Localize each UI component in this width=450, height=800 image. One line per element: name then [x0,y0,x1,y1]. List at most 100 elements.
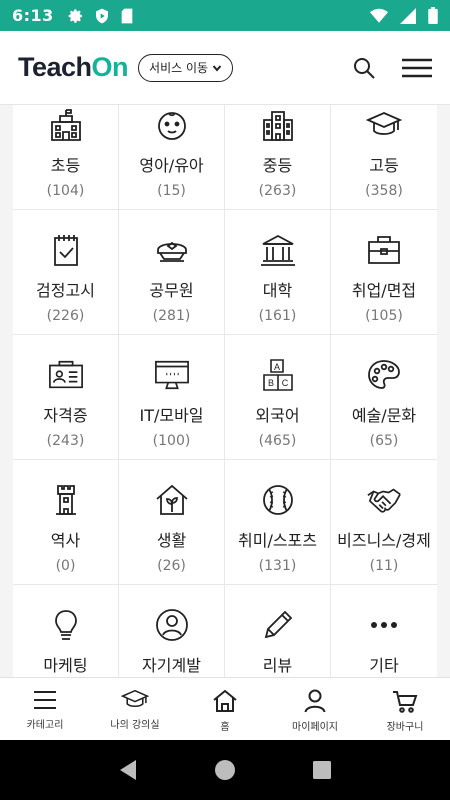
category-marketing[interactable]: 마케팅 [13,585,119,677]
status-bar: 6:13 [0,0,450,31]
category-count: (65) [369,433,399,449]
category-living[interactable]: 생활 (26) [119,460,225,585]
nav-label: 나의 강의실 [110,720,160,731]
nav-home[interactable]: 홈 [180,678,270,740]
category-infant[interactable]: 영아/유아 (15) [119,105,225,210]
nav-my-page[interactable]: 마이페이지 [270,678,360,740]
category-name: IT/모바일 [139,406,204,425]
checked-calendar-icon [53,235,78,266]
category-count: (226) [46,308,85,324]
category-art-culture[interactable]: 예술/문화 (65) [331,335,437,460]
category-name: 예술/문화 [351,406,417,425]
battery-icon [428,7,438,24]
briefcase-icon [368,236,400,264]
category-count: (263) [258,183,297,199]
category-name: 대학 [262,281,293,300]
nav-label: 마이페이지 [292,722,338,733]
palette-icon [368,360,400,389]
system-nav-bar [0,740,450,800]
category-name: 취업/면접 [351,281,417,300]
category-high[interactable]: 고등 (358) [331,105,437,210]
category-employment[interactable]: 취업/면접 (105) [331,210,437,335]
baby-face-icon [157,112,186,140]
back-icon[interactable] [118,759,138,781]
house-sprout-icon [155,484,188,515]
graduation-cap-icon [366,112,402,135]
graduation-cap-icon [121,689,149,707]
status-time: 6:13 [12,6,54,25]
handshake-icon [367,488,401,513]
category-name: 중등 [262,156,293,175]
category-count: (104) [46,183,85,199]
nav-label: 홈 [220,722,230,733]
category-business[interactable]: 비즈니스/경제 (11) [331,460,437,585]
person-icon [304,689,326,713]
search-icon[interactable] [352,56,376,80]
menu-icon [34,691,56,709]
category-review[interactable]: 리뷰 [225,585,331,677]
service-switch-button[interactable]: 서비스 이동 [138,53,234,82]
category-middle[interactable]: 중등 (263) [225,105,331,210]
nav-cart[interactable]: 장바구니 [360,678,450,740]
sd-card-icon [121,8,133,23]
category-name: 자기계발 [142,656,201,675]
nav-label: 장바구니 [386,722,424,733]
category-name: 리뷰 [262,656,293,675]
category-count: (281) [152,308,191,324]
home-circle-icon[interactable] [214,759,236,781]
category-name: 공무원 [149,281,194,300]
shield-play-icon [95,8,108,23]
pencil-icon [264,610,292,639]
nav-label: 카테고리 [26,720,64,731]
more-dots-icon [371,622,397,628]
category-certificate[interactable]: 자격증 (243) [13,335,119,460]
category-count: (0) [55,558,76,574]
elementary-school-icon [50,109,81,141]
recents-square-icon[interactable] [312,760,332,780]
category-count: (161) [258,308,297,324]
category-hobby-sports[interactable]: 취미/스포츠 (131) [225,460,331,585]
category-name: 외국어 [255,406,300,425]
category-university[interactable]: 대학 (161) [225,210,331,335]
settings-gear-icon [68,8,82,23]
svg-text:C: C [281,378,288,388]
category-self-development[interactable]: 자기계발 [119,585,225,677]
chevron-down-icon [212,64,222,72]
id-card-icon [48,360,83,389]
category-name: 초등 [50,156,81,175]
category-it-mobile[interactable]: IT/모바일 (100) [119,335,225,460]
category-name: 역사 [50,531,81,550]
category-count: (358) [365,183,403,199]
signal-icon [400,7,416,24]
teachon-logo[interactable]: Teach On [18,52,129,83]
hamburger-menu-icon[interactable] [402,58,432,78]
bottom-nav: 카테고리 나의 강의실 홈 마이페이지 장바구니 [0,677,450,740]
category-name: 기타 [369,656,399,675]
category-count: (100) [152,433,191,449]
secondary-school-icon [262,111,293,141]
svg-text:B: B [267,378,273,388]
category-elementary[interactable]: 초등 (104) [13,105,119,210]
officer-cap-icon [156,241,187,262]
category-name: 마케팅 [43,656,88,675]
category-count: (465) [258,433,297,449]
category-grid: 초등 (104) 영아/유아 (15) 중등 (263) 고등 (358) 검정… [13,105,437,677]
nav-category[interactable]: 카테고리 [0,678,90,740]
category-count: (105) [365,308,403,324]
category-count: (26) [157,558,186,574]
category-etc[interactable]: 기타 [331,585,437,677]
category-name: 검정고시 [36,281,95,300]
category-foreign-language[interactable]: ABC 외국어 (465) [225,335,331,460]
lightbulb-icon [54,610,77,640]
abc-blocks-icon: AB C [262,359,293,391]
category-civil-service[interactable]: 공무원 (281) [119,210,225,335]
category-content[interactable]: 초등 (104) 영아/유아 (15) 중등 (263) 고등 (358) 검정… [0,105,450,677]
category-count: (243) [46,433,85,449]
category-count: (11) [369,558,399,574]
tower-icon [55,485,76,515]
nav-my-classroom[interactable]: 나의 강의실 [90,678,180,740]
person-circle-icon [155,609,188,641]
category-ged[interactable]: 검정고시 (226) [13,210,119,335]
service-switch-label: 서비스 이동 [149,61,209,75]
category-history[interactable]: 역사 (0) [13,460,119,585]
